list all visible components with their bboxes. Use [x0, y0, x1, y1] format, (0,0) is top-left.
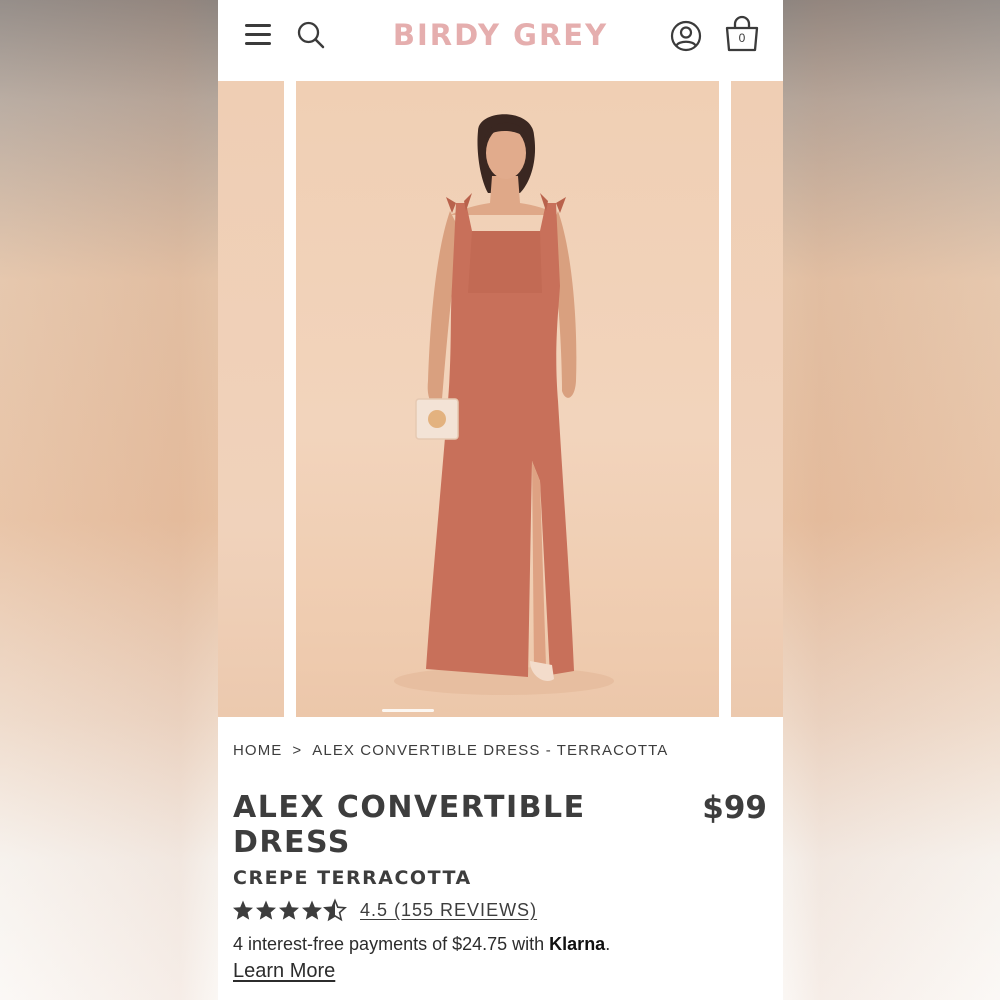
breadcrumb: HOME > ALEX CONVERTIBLE DRESS - TERRACOTTA [233, 742, 668, 759]
reviews-link[interactable]: 4.5 (155 REVIEWS) [360, 900, 537, 921]
half-star-icon [324, 899, 346, 921]
model-wearing-dress-image [394, 114, 614, 695]
next-slide-preview[interactable] [731, 81, 783, 717]
account-icon[interactable] [670, 20, 702, 52]
klarna-logo-text: Klarna [549, 934, 606, 954]
product-title: ALEX CONVERTIBLE DRESS [233, 790, 586, 860]
previous-slide-preview[interactable] [218, 81, 284, 717]
product-image-carousel[interactable] [218, 81, 783, 717]
carousel-pager-indicator [382, 709, 434, 712]
star-icon-1 [233, 900, 253, 920]
product-price: $99 [702, 790, 767, 826]
product-subtitle: CREPE TERRACOTTA [233, 867, 472, 889]
klarna-period: . [605, 934, 611, 954]
star-icon-2 [256, 900, 276, 920]
star-rating[interactable] [232, 897, 350, 923]
product-image-main[interactable] [296, 81, 719, 717]
learn-more-link[interactable]: Learn More [233, 960, 335, 983]
klarna-text: 4 interest-free payments of $24.75 with [233, 934, 550, 954]
site-header: BIRDY GREY 0 [218, 0, 783, 81]
shopping-bag-button[interactable]: 0 [724, 15, 760, 53]
klarna-payment-info: 4 interest-free payments of $24.75 with … [233, 934, 610, 955]
breadcrumb-separator: > [292, 742, 303, 759]
breadcrumb-home-link[interactable]: HOME [233, 742, 282, 759]
star-icon-3 [279, 900, 299, 920]
bag-count-badge: 0 [738, 31, 746, 45]
mobile-page: BIRDY GREY 0 HOME > ALEX CONVERTIBLE DRE… [218, 0, 783, 1000]
breadcrumb-current: ALEX CONVERTIBLE DRESS - TERRACOTTA [312, 742, 669, 759]
star-icon-4 [302, 900, 322, 920]
